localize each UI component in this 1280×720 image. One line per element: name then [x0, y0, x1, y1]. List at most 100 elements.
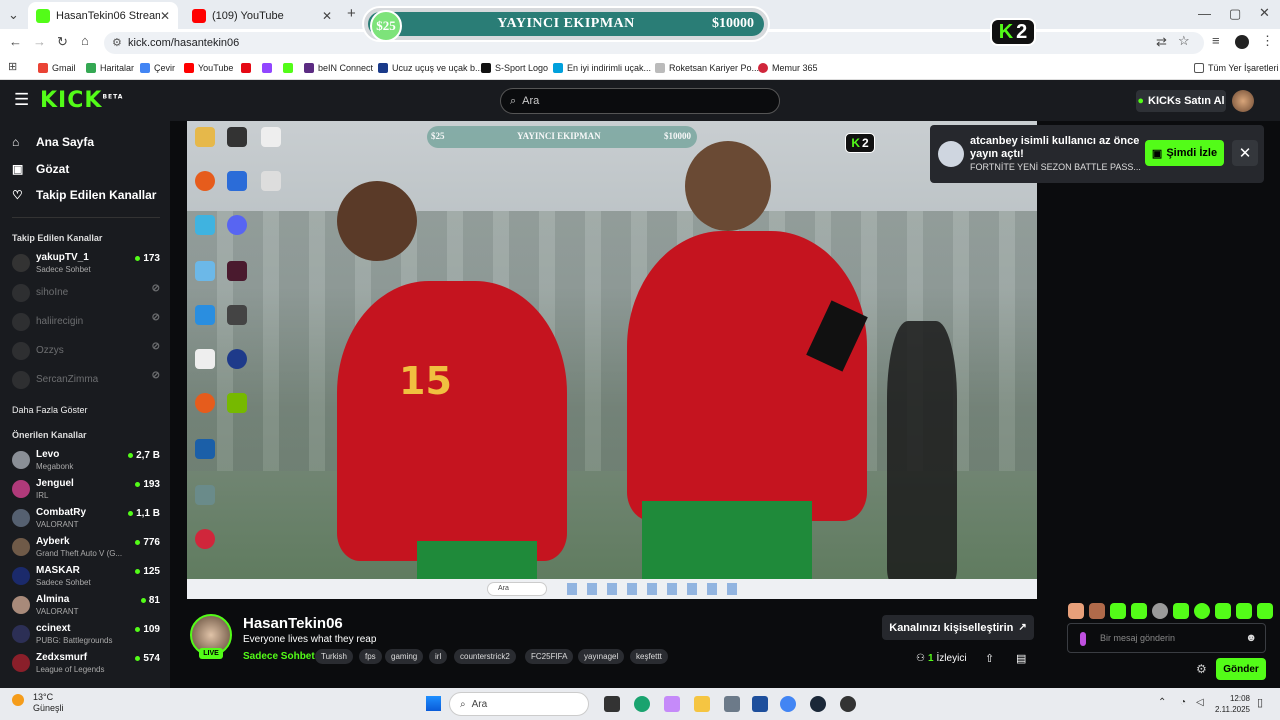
tab-list-icon[interactable]: ⌄ — [8, 7, 19, 23]
minimize-icon[interactable]: — — [1198, 6, 1211, 21]
chrome-icon[interactable] — [780, 696, 796, 712]
taskbar-search[interactable]: ⌕ Ara — [449, 692, 589, 716]
chat-identity-icon[interactable] — [1080, 632, 1086, 646]
tag[interactable]: counterstrick2 — [454, 649, 516, 664]
followed-channel-offline[interactable]: haliirecigin ⊘ — [12, 310, 160, 336]
bookmark-cheap-flights[interactable]: En iyi indirimli uçak... — [553, 61, 651, 75]
all-bookmarks[interactable]: Tüm Yer İşaretleri — [1194, 61, 1279, 75]
bookmark-bein[interactable]: beIN Connect — [304, 61, 373, 75]
nav-browse[interactable]: ▣ Gözat — [12, 162, 69, 176]
extensions-icon[interactable]: ≡ — [1212, 33, 1220, 48]
back-icon[interactable]: ← — [9, 34, 22, 49]
copilot-icon[interactable] — [664, 696, 680, 712]
customize-channel-button[interactable]: Kanalınızı kişiselleştirin ↗ — [882, 615, 1034, 640]
emote-icon[interactable] — [1131, 603, 1147, 619]
clock[interactable]: 12:08 2.11.2025 — [1215, 693, 1250, 715]
stream-category[interactable]: Sadece Sohbet — [243, 651, 315, 662]
emote-icon[interactable] — [1173, 603, 1189, 619]
site-info-icon[interactable]: ⚙ — [112, 36, 122, 49]
bookmark-youtube[interactable]: YouTube — [184, 61, 233, 75]
calculator-icon[interactable] — [724, 696, 740, 712]
close-tab-icon[interactable]: ✕ — [322, 9, 332, 23]
maximize-icon[interactable]: ▢ — [1229, 6, 1241, 22]
channel-name[interactable]: HasanTekin06 — [243, 615, 343, 632]
menu-icon[interactable]: ⋮ — [1261, 33, 1274, 49]
bookmark-netflix[interactable] — [241, 61, 255, 75]
tag[interactable]: keşfettt — [630, 649, 668, 664]
bookmark-gmail[interactable]: Gmail — [38, 61, 76, 75]
clip-icon[interactable]: ▤ — [1016, 652, 1026, 665]
chat-message-input[interactable]: Bir mesaj gönderin ☻ — [1067, 623, 1266, 653]
hamburger-menu-icon[interactable]: ☰ — [14, 90, 29, 110]
bookmark-kick[interactable] — [283, 61, 297, 75]
followed-channel-offline[interactable]: sihoIne ⊘ — [12, 281, 160, 307]
recommended-channel[interactable]: CombatRy VALORANT 1,1 B — [12, 506, 160, 532]
recommended-channel[interactable]: Levo Megabonk 2,7 B — [12, 448, 160, 474]
tag[interactable]: yayınagel — [578, 649, 625, 664]
emote-icon[interactable] — [1236, 603, 1252, 619]
steam-icon[interactable] — [810, 696, 826, 712]
close-window-icon[interactable]: ✕ — [1259, 5, 1270, 21]
home-icon[interactable]: ⌂ — [81, 33, 89, 48]
kick-logo[interactable]: KICKBETA — [40, 88, 123, 113]
recommended-channel[interactable]: Ayberk Grand Theft Auto V (G... 776 — [12, 535, 160, 561]
followed-channel-offline[interactable]: Ozzys ⊘ — [12, 339, 160, 365]
tag[interactable]: Turkish — [315, 649, 353, 664]
recommended-channel[interactable]: Almina VALORANT 81 — [12, 593, 160, 619]
tab-youtube[interactable]: (109) YouTube ✕ — [184, 2, 340, 29]
video-player[interactable]: 15 $25 YAYINCI EKIPMAN $10000 K2 Ara — [187, 121, 1037, 599]
share-icon[interactable]: ⇧ — [985, 652, 994, 665]
bookmark-roketsan[interactable]: Roketsan Kariyer Po... — [655, 61, 759, 75]
emote-icon[interactable] — [1194, 603, 1210, 619]
emote-icon[interactable] — [1068, 603, 1084, 619]
user-avatar[interactable] — [1232, 90, 1254, 112]
show-more-link[interactable]: Daha Fazla Göster — [12, 405, 88, 415]
chat-settings-gear-icon[interactable]: ⚙ — [1196, 662, 1207, 676]
bookmark-star-icon[interactable]: ☆ — [1178, 33, 1190, 49]
apps-icon[interactable]: ⊞ — [8, 60, 17, 73]
emote-icon[interactable] — [1215, 603, 1231, 619]
bookmark-translate[interactable]: Çevir — [140, 61, 175, 75]
new-tab-icon[interactable]: + — [347, 5, 356, 22]
send-button[interactable]: Gönder — [1216, 658, 1266, 680]
forward-icon[interactable]: → — [33, 34, 46, 49]
bookmark-flights[interactable]: Ucuz uçuş ve uçak b... — [378, 61, 483, 75]
store-icon[interactable] — [752, 696, 768, 712]
emote-icon[interactable] — [1110, 603, 1126, 619]
file-explorer-icon[interactable] — [694, 696, 710, 712]
emote-icon[interactable] — [1152, 603, 1168, 619]
bookmark-memur365[interactable]: Memur 365 — [758, 61, 818, 75]
app-icon[interactable] — [840, 696, 856, 712]
tag[interactable]: FC25FIFA — [525, 649, 574, 664]
recommended-channel[interactable]: Jenguel IRL 193 — [12, 477, 160, 503]
nav-home[interactable]: ⌂ Ana Sayfa — [12, 135, 94, 149]
emote-icon[interactable] — [1257, 603, 1273, 619]
emote-icon[interactable] — [1089, 603, 1105, 619]
edge-icon[interactable] — [634, 696, 650, 712]
weather-widget[interactable]: 13°C Güneşli — [33, 692, 64, 714]
volume-icon[interactable]: ◁ — [1196, 697, 1204, 708]
bookmark-maps[interactable]: Haritalar — [86, 61, 134, 75]
tag[interactable]: fps — [359, 649, 382, 664]
bookmark-twitch[interactable] — [262, 61, 276, 75]
emoji-icon[interactable]: ☻ — [1245, 632, 1257, 644]
close-notification-icon[interactable]: ✕ — [1232, 140, 1258, 166]
search-input[interactable]: ⌕ Ara — [500, 88, 780, 114]
followed-channel-offline[interactable]: SercanZimma ⊘ — [12, 368, 160, 394]
windows-start-icon[interactable] — [426, 696, 441, 711]
task-view-icon[interactable] — [604, 696, 620, 712]
tag[interactable]: gaming — [385, 649, 424, 664]
notification-bell-icon[interactable]: ▯ — [1257, 696, 1263, 709]
tag[interactable]: irl — [429, 649, 448, 664]
reload-icon[interactable]: ↻ — [57, 34, 68, 50]
recommended-channel[interactable]: ccinext PUBG: Battlegrounds 109 — [12, 622, 160, 648]
watch-now-button[interactable]: ▣ Şimdi İzle — [1145, 140, 1224, 166]
followed-channel[interactable]: yakupTV_1 Sadece Sohbet 173 — [12, 251, 160, 277]
buy-kicks-button[interactable]: ● KICKs Satın Al — [1136, 90, 1226, 112]
recommended-channel[interactable]: Zedxsmurf League of Legends 574 — [12, 651, 160, 677]
close-tab-icon[interactable]: ✕ — [160, 9, 170, 23]
tab-kick[interactable]: HasanTekin06 Stream - Watch ✕ — [28, 2, 178, 29]
tray-chevron-icon[interactable]: ⌃ — [1158, 697, 1166, 708]
recommended-channel[interactable]: MASKAR Sadece Sohbet 125 — [12, 564, 160, 590]
bookmark-ssport[interactable]: S-Sport Logo — [481, 61, 548, 75]
